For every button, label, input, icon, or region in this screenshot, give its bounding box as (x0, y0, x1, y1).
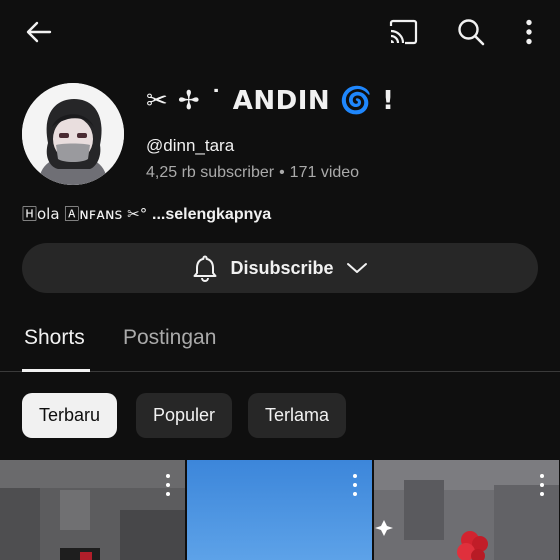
channel-name-text: ANDIN (232, 86, 331, 116)
subscriber-count: 4,25 rb subscriber (146, 164, 275, 181)
more-options-button[interactable] (509, 12, 549, 52)
filter-chip-populer[interactable]: Populer (136, 393, 233, 438)
tab-postingan[interactable]: Postingan (123, 326, 216, 350)
channel-description[interactable]: 🄷ola 🄰ɴꜰᴀɴꜱ ✂° ...selengkapnya (22, 203, 271, 224)
chevron-down-icon (346, 263, 367, 273)
filter-chip-terlama[interactable]: Terlama (248, 393, 347, 438)
avatar-image (22, 83, 124, 185)
search-icon (458, 19, 485, 46)
more-vert-icon (526, 19, 532, 45)
short-thumbnail-image (0, 460, 185, 560)
description-more-link[interactable]: ...selengkapnya (152, 206, 271, 223)
channel-tabs: Shorts Postingan (0, 316, 560, 372)
short-thumbnail[interactable] (0, 460, 185, 560)
subscribed-button-label: Disubscribe (230, 257, 334, 278)
channel-name: ✂ ✢ ˙ ANDIN 🌀 ! (146, 86, 395, 116)
short-thumbnail-image (187, 460, 372, 560)
active-tab-indicator (22, 369, 90, 372)
back-button[interactable] (19, 12, 59, 52)
top-bar (0, 0, 560, 64)
description-text: 🄷ola 🄰ɴꜰᴀɴꜱ ✂° (22, 205, 148, 223)
short-thumbnail[interactable] (187, 460, 372, 560)
cast-icon (389, 19, 418, 45)
tab-shorts[interactable]: Shorts (24, 326, 85, 350)
cast-button[interactable] (383, 12, 423, 52)
short-more-icon[interactable] (161, 474, 175, 496)
short-thumbnail-image (374, 460, 559, 560)
subscribed-button[interactable]: Disubscribe (22, 243, 538, 293)
short-thumbnail[interactable] (374, 460, 559, 560)
channel-name-suffix: 🌀 ! (339, 86, 395, 116)
channel-name-prefix: ✂ ✢ ˙ (146, 86, 224, 116)
filter-chip-terbaru[interactable]: Terbaru (22, 393, 118, 438)
arrow-left-icon (26, 21, 52, 43)
channel-avatar[interactable] (22, 83, 124, 185)
channel-handle: @dinn_tara (146, 136, 235, 155)
short-more-icon[interactable] (348, 474, 362, 496)
bell-icon (193, 255, 217, 282)
search-button[interactable] (451, 12, 491, 52)
stats-separator: • (279, 164, 285, 181)
video-count: 171 video (289, 164, 360, 181)
channel-stats: 4,25 rb subscriber • 171 video (146, 164, 359, 182)
short-more-icon[interactable] (535, 474, 549, 496)
